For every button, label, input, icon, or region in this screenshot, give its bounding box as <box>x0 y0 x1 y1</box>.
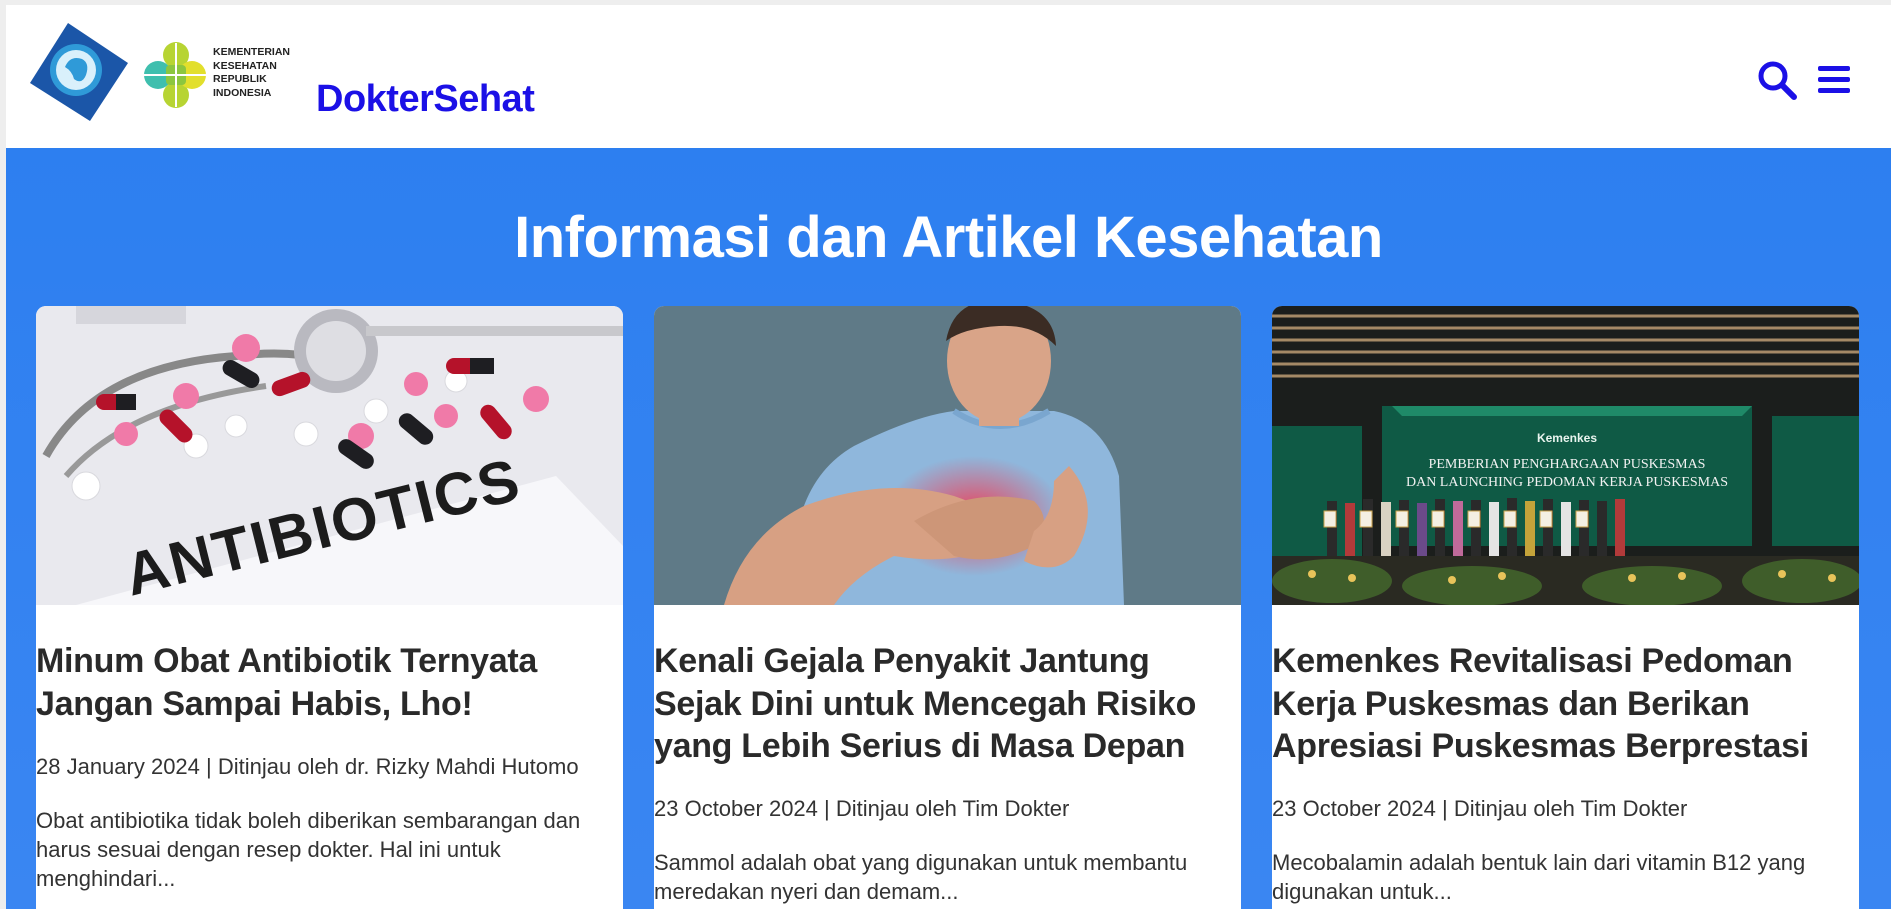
event-banner-line2: DAN LAUNCHING PEDOMAN KERJA PUSKESMAS <box>1406 475 1728 490</box>
article-excerpt: Mecobalamin adalah bentuk lain dari vita… <box>1272 850 1806 904</box>
event-banner-brand: Kemenkes <box>1537 431 1597 445</box>
articles-section: Informasi dan Artikel Kesehatan ANTIBIOT… <box>6 148 1891 909</box>
article-title[interactable]: Kenali Gejala Penyakit Jantung Sejak Din… <box>654 640 1241 768</box>
article-title[interactable]: Minum Obat Antibiotik Ternyata Jangan Sa… <box>36 640 623 725</box>
article-meta: 23 October 2024 | Ditinjau oleh Tim Dokt… <box>1272 796 1688 821</box>
article-thumbnail[interactable]: ANTIBIOTICS <box>36 306 623 605</box>
kemenkes-logo[interactable] <box>136 35 208 115</box>
article-card[interactable]: Kemenkes PEMBERIAN PENGHARGAAN PUSKESMAS… <box>1272 306 1859 909</box>
article-excerpt: Sammol adalah obat yang digunakan untuk … <box>654 850 1188 904</box>
site-brand[interactable]: DokterSehat <box>316 78 535 121</box>
site-header: KEMENTERIAN KESEHATAN REPUBLIK INDONESIA… <box>6 5 1891 148</box>
kemenkes-line: KEMENTERIAN <box>213 46 291 58</box>
article-card[interactable]: ANTIBIOTICS Minum Obat Antibiotik Ternya… <box>36 306 623 909</box>
kemenkes-line: KESEHATAN <box>213 59 277 72</box>
browser-viewport: KEMENTERIAN KESEHATAN REPUBLIK INDONESIA… <box>6 5 1891 909</box>
event-banner-line1: PEMBERIAN PENGHARGAAN PUSKESMAS <box>1429 457 1706 472</box>
section-title: Informasi dan Artikel Kesehatan <box>514 205 1383 270</box>
kemenkes-wordmark: KEMENTERIAN KESEHATAN REPUBLIK INDONESIA <box>213 46 313 100</box>
kemenkes-line: INDONESIA <box>213 86 272 99</box>
search-icon[interactable] <box>1756 59 1798 101</box>
article-title[interactable]: Kemenkes Revitalisasi Pedoman Kerja Pusk… <box>1272 640 1859 768</box>
article-thumbnail[interactable]: Kemenkes PEMBERIAN PENGHARGAAN PUSKESMAS… <box>1272 306 1859 605</box>
article-thumbnail[interactable] <box>654 306 1241 605</box>
article-excerpt: Obat antibiotika tidak boleh diberikan s… <box>36 808 581 891</box>
menu-icon[interactable] <box>1814 59 1856 101</box>
article-meta: 28 January 2024 | Ditinjau oleh dr. Rizk… <box>36 754 579 779</box>
article-meta: 23 October 2024 | Ditinjau oleh Tim Dokt… <box>654 796 1070 821</box>
doktersehat-logo[interactable] <box>28 21 130 123</box>
kemenkes-line: REPUBLIK <box>213 73 267 85</box>
article-card[interactable]: Kenali Gejala Penyakit Jantung Sejak Din… <box>654 306 1241 909</box>
